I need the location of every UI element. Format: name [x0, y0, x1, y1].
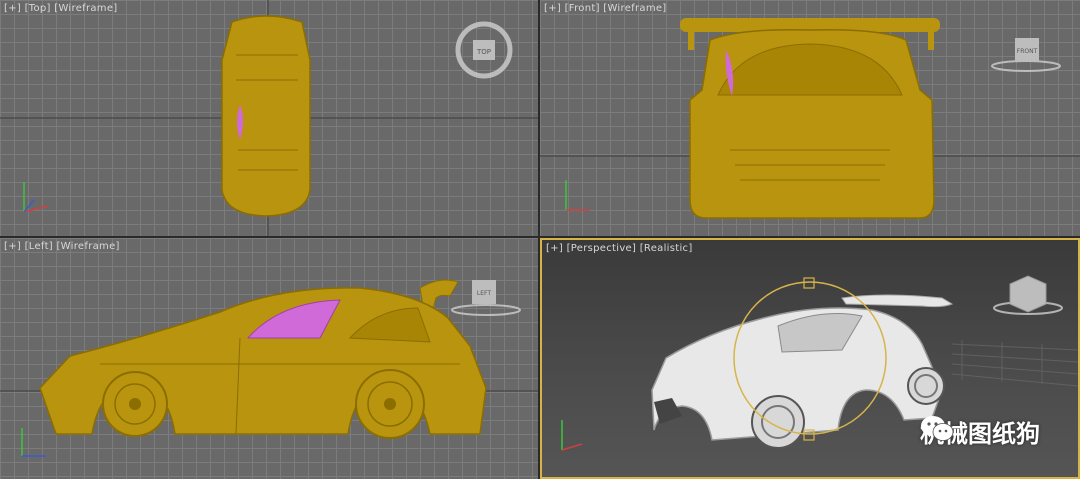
svg-text:TOP: TOP: [476, 48, 491, 56]
viewcube-front[interactable]: FRONT: [991, 38, 1061, 72]
axis-tripod-icon: [565, 180, 590, 211]
wechat-icon: [921, 416, 954, 441]
axis-tripod-icon: [561, 420, 583, 451]
axis-tripod-icon: [21, 428, 46, 457]
car-top-wireframe[interactable]: [221, 15, 311, 217]
left-scene: LEFT: [0, 279, 538, 457]
front-scene: FRONT: [540, 18, 1080, 219]
axis-tripod-icon: [23, 182, 49, 213]
car-side-wireframe[interactable]: [39, 279, 487, 439]
car-front-wireframe[interactable]: [680, 18, 940, 219]
top-scene: TOP: [0, 0, 538, 236]
viewport-top[interactable]: [+] [Top] [Wireframe] TOP: [0, 0, 538, 236]
car-realistic-render[interactable]: [651, 294, 954, 449]
watermark: 机械图纸狗: [920, 414, 1040, 449]
viewcube-left[interactable]: LEFT: [451, 280, 521, 316]
ground-grid: [951, 340, 1078, 387]
viewport-front[interactable]: [+] [Front] [Wireframe] FRONT: [540, 0, 1080, 236]
viewport-left[interactable]: [+] [Left] [Wireframe] LEFT: [0, 238, 538, 479]
viewcube-perspective[interactable]: [993, 275, 1063, 315]
svg-text:LEFT: LEFT: [477, 290, 491, 297]
svg-text:FRONT: FRONT: [1017, 48, 1038, 55]
viewcube-top[interactable]: TOP: [455, 21, 513, 79]
viewport-perspective[interactable]: [+] [Perspective] [Realistic] 机械图纸狗: [540, 238, 1080, 479]
viewport-grid: [+] [Top] [Wireframe] TOP [+] [Front] [W…: [0, 0, 1080, 479]
